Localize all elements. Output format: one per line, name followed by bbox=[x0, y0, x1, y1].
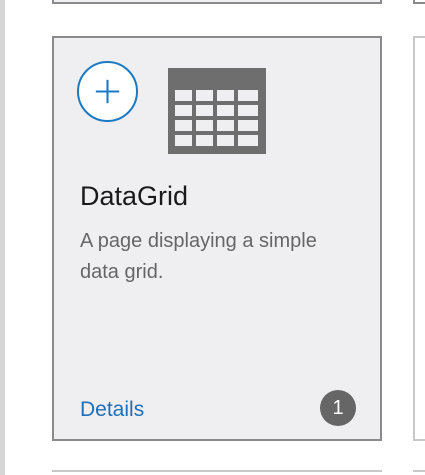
add-button[interactable] bbox=[77, 61, 138, 122]
scroll-rail bbox=[0, 0, 5, 475]
data-grid-icon bbox=[168, 68, 266, 154]
template-card-datagrid[interactable]: DataGrid A page displaying a simple data… bbox=[52, 36, 382, 441]
card-partial-right[interactable] bbox=[413, 36, 425, 441]
card-partial-above[interactable] bbox=[52, 0, 382, 4]
plus-icon bbox=[95, 79, 120, 104]
count-badge: 1 bbox=[320, 390, 356, 426]
card-partial-above-right[interactable] bbox=[413, 0, 425, 4]
card-description: A page displaying a simple data grid. bbox=[80, 230, 317, 283]
details-link[interactable]: Details bbox=[80, 398, 144, 422]
template-gallery: DataGrid A page displaying a simple data… bbox=[0, 0, 425, 475]
card-partial-below-right[interactable] bbox=[413, 470, 425, 475]
card-title: DataGrid bbox=[80, 181, 189, 211]
card-partial-below[interactable] bbox=[52, 470, 382, 475]
